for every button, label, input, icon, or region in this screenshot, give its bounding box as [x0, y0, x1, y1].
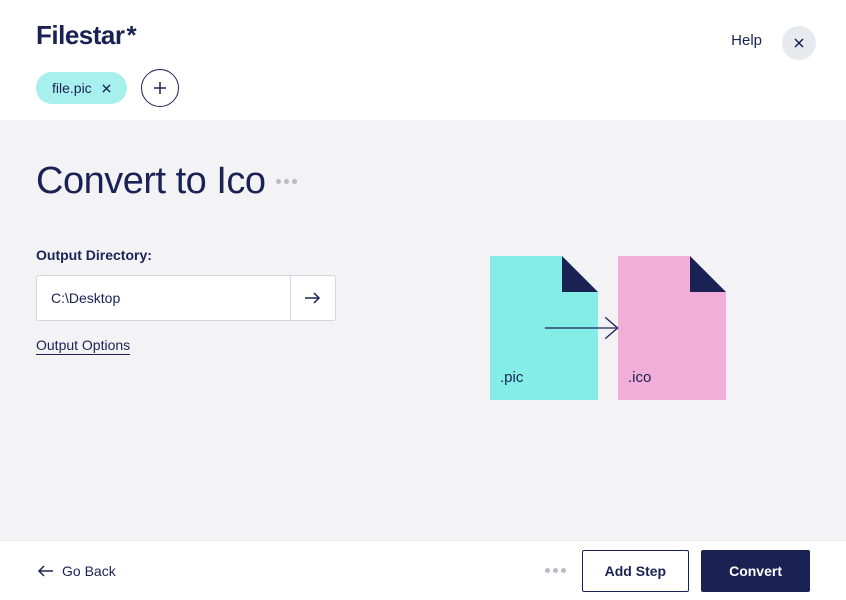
header: Filestar* Help file.pic: [0, 0, 846, 120]
arrow-right-icon: [304, 291, 322, 305]
logo-text: Filestar: [36, 20, 125, 50]
file-chip-row: file.pic: [36, 69, 810, 107]
plus-icon: [153, 81, 167, 95]
convert-button[interactable]: Convert: [701, 550, 810, 592]
conversion-arrow: [543, 313, 623, 343]
file-chip[interactable]: file.pic: [36, 72, 127, 104]
conversion-graphic: .pic .ico: [490, 256, 726, 400]
file-chip-remove-icon[interactable]: [102, 80, 111, 96]
logo-asterisk: *: [127, 20, 137, 50]
page-title: Convert to Ico: [36, 160, 810, 203]
output-dir-input[interactable]: [36, 275, 290, 321]
source-file-ext: .pic: [500, 369, 523, 386]
go-back-label: Go Back: [62, 563, 116, 579]
footer-right: Add Step Convert: [545, 550, 810, 592]
more-options-icon[interactable]: [276, 179, 297, 184]
target-file-icon: .ico: [618, 256, 726, 400]
go-back-button[interactable]: Go Back: [36, 563, 116, 579]
target-file-ext: .ico: [628, 369, 651, 386]
output-dir-browse-button[interactable]: [290, 275, 336, 321]
output-options-link[interactable]: Output Options: [36, 337, 130, 355]
file-chip-name: file.pic: [52, 80, 92, 96]
app-logo: Filestar*: [36, 20, 810, 51]
close-button[interactable]: [782, 26, 816, 60]
help-link[interactable]: Help: [731, 32, 762, 49]
close-icon: [794, 38, 804, 48]
add-file-button[interactable]: [141, 69, 179, 107]
add-step-button[interactable]: Add Step: [582, 550, 689, 592]
main-panel: Convert to Ico Output Directory: Output …: [0, 120, 846, 540]
footer: Go Back Add Step Convert: [0, 540, 846, 600]
arrow-left-icon: [36, 565, 54, 577]
output-dir-row: [36, 275, 336, 321]
footer-more-icon[interactable]: [545, 568, 566, 573]
arrow-right-icon: [543, 313, 623, 343]
page-title-text: Convert to Ico: [36, 160, 266, 203]
